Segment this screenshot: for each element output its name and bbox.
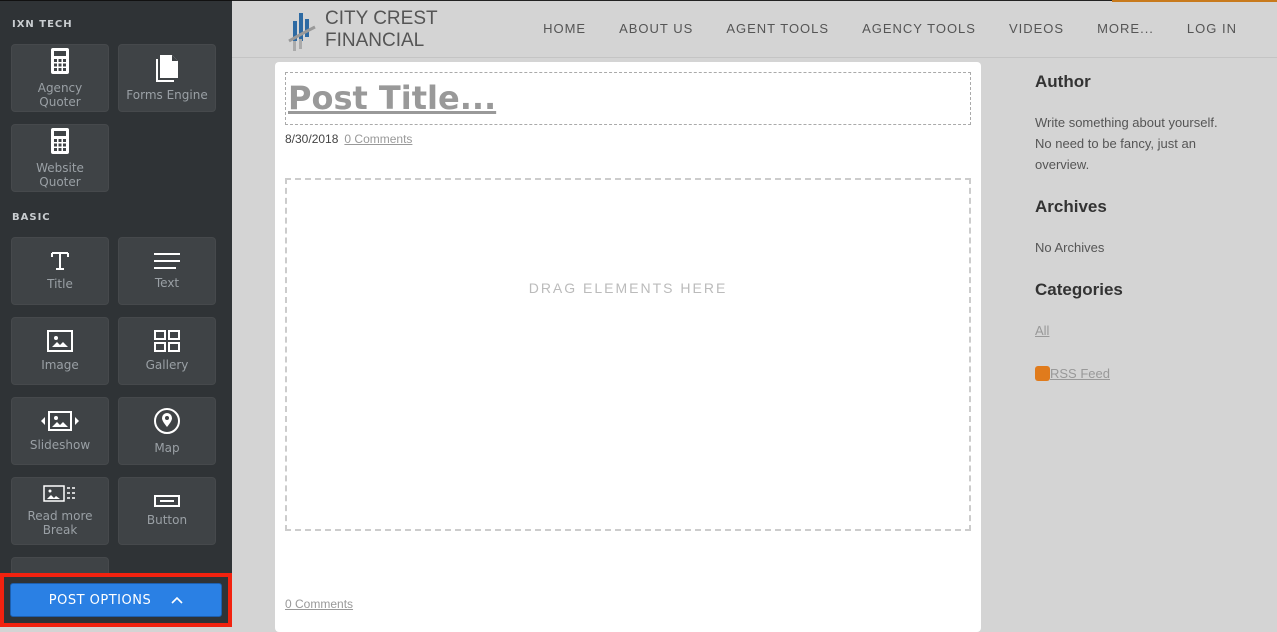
post-options-highlight: POST OPTIONS [0, 573, 232, 627]
tile-gallery[interactable]: Gallery [118, 317, 216, 385]
calculator-icon [50, 47, 70, 81]
nav-agent-tools[interactable]: AGENT TOOLS [726, 21, 829, 36]
tile-label: Text [154, 276, 180, 290]
post-title[interactable]: Post Title... [288, 79, 496, 117]
tile-label: Forms Engine [126, 88, 208, 102]
gallery-icon [154, 330, 180, 358]
rss-feed-link[interactable]: RSS Feed [1050, 363, 1110, 384]
nav-home[interactable]: HOME [543, 21, 586, 36]
tile-label-2: Break [42, 523, 78, 537]
author-text: Write something about yourself. No need … [1035, 115, 1218, 172]
accent-line [1112, 0, 1277, 2]
button-icon [154, 495, 180, 513]
documents-icon [154, 54, 180, 88]
tile-label: Image [41, 358, 79, 372]
tile-slideshow[interactable]: Slideshow [11, 397, 109, 465]
tile-label: Slideshow [29, 438, 91, 452]
logo-line2: FINANCIAL [325, 30, 425, 51]
tile-button[interactable]: Button [118, 477, 216, 545]
section-ixn-tech: IXN TECH [12, 19, 73, 30]
element-sidebar: IXN TECH BASIC Agency Quoter Forms Engine W… [0, 0, 232, 627]
tile-label: Website [36, 161, 84, 175]
tile-title[interactable]: Title [11, 237, 109, 305]
author-heading: Author [1035, 72, 1091, 91]
read-more-icon [43, 485, 77, 509]
nav-agency-tools[interactable]: AGENCY TOOLS [862, 21, 976, 36]
drop-hint: DRAG ELEMENTS HERE [528, 280, 728, 296]
slideshow-icon [40, 410, 80, 438]
archives-text: No Archives [1035, 240, 1105, 255]
main-nav: HOME ABOUT US AGENT TOOLS AGENCY TOOLS V… [543, 21, 1237, 36]
tile-label: Map [154, 441, 180, 455]
post-card: Post Title... 8/30/2018 0 Comments DRAG E… [275, 62, 981, 632]
calculator-icon [50, 127, 70, 161]
title-box[interactable]: Post Title... [285, 72, 971, 125]
tile-website[interactable]: Website Quoter [11, 124, 109, 192]
nav-videos[interactable]: VIDEOS [1009, 21, 1064, 36]
section-basic: BASIC [12, 212, 51, 223]
chevron-up-icon [171, 593, 183, 608]
nav-log-in[interactable]: LOG IN [1187, 21, 1237, 36]
tile-text[interactable]: Text [118, 237, 216, 305]
tile-label-2: Quoter [39, 95, 81, 109]
site-header: CITY CREST FINANCIAL HOME ABOUT US AGENT … [232, 0, 1277, 58]
post-date: 8/30/2018 [285, 132, 339, 146]
archives-heading: Archives [1035, 197, 1107, 216]
tile-label: Agency [37, 81, 83, 95]
tile-image[interactable]: Image [11, 317, 109, 385]
tile-forms-engine[interactable]: Forms Engine [118, 44, 216, 112]
footer-comments-link[interactable]: 0 Comments [285, 597, 353, 611]
tile-label: Read more [27, 509, 93, 523]
title-icon [50, 251, 70, 277]
tile-label: Button [146, 513, 188, 527]
post-options-button[interactable]: POST OPTIONS [10, 583, 222, 617]
nav-more[interactable]: MORE... [1097, 21, 1154, 36]
tile-agency[interactable]: Agency Quoter [11, 44, 109, 112]
tile-label-2: Quoter [39, 175, 81, 189]
tile-read-more[interactable]: Read more Break [11, 477, 109, 545]
rss-icon [1035, 366, 1050, 381]
tile-map[interactable]: Map [118, 397, 216, 465]
text-icon [154, 252, 180, 276]
tile-label: Gallery [145, 358, 189, 372]
map-pin-icon [153, 407, 181, 441]
nav-about-us[interactable]: ABOUT US [619, 21, 693, 36]
blog-sidebar: Author Write something about yourself. N… [1035, 72, 1225, 406]
logo-mark-icon [288, 13, 316, 51]
post-options-label: POST OPTIONS [48, 592, 152, 608]
image-icon [47, 330, 73, 358]
tile-label: Title [47, 277, 73, 291]
post-meta: 8/30/2018 0 Comments [285, 132, 412, 146]
drop-zone[interactable]: DRAG ELEMENTS HERE [285, 178, 971, 531]
category-all-link[interactable]: All [1035, 323, 1049, 338]
logo-line1: CITY CREST [325, 8, 438, 29]
categories-heading: Categories [1035, 280, 1123, 299]
logo[interactable]: CITY CREST FINANCIAL [287, 7, 438, 53]
comments-link[interactable]: 0 Comments [344, 132, 412, 146]
